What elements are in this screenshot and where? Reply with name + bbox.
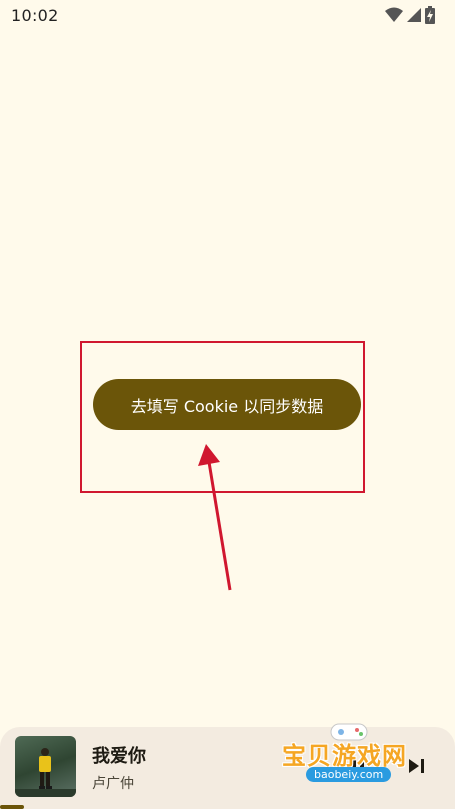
watermark: 宝贝游戏网 baobeiy.com: [276, 720, 426, 790]
album-art[interactable]: [15, 736, 76, 797]
annotation-arrow-icon: [198, 444, 232, 591]
status-icons: [385, 6, 435, 24]
status-bar: 10:02: [0, 0, 455, 32]
album-art-figure: [15, 748, 76, 797]
song-title: 我爱你: [92, 746, 146, 767]
battery-charging-icon: [425, 6, 435, 24]
watermark-url: baobeiy.com: [306, 767, 392, 782]
signal-icon: [407, 8, 421, 22]
playback-progress: [0, 805, 24, 809]
wifi-icon: [385, 7, 403, 22]
song-artist: 卢广仲: [92, 776, 134, 792]
watermark-text: 宝贝游戏网: [282, 742, 407, 770]
status-time: 10:02: [11, 6, 59, 25]
fill-cookie-button[interactable]: 去填写 Cookie 以同步数据: [93, 379, 361, 430]
